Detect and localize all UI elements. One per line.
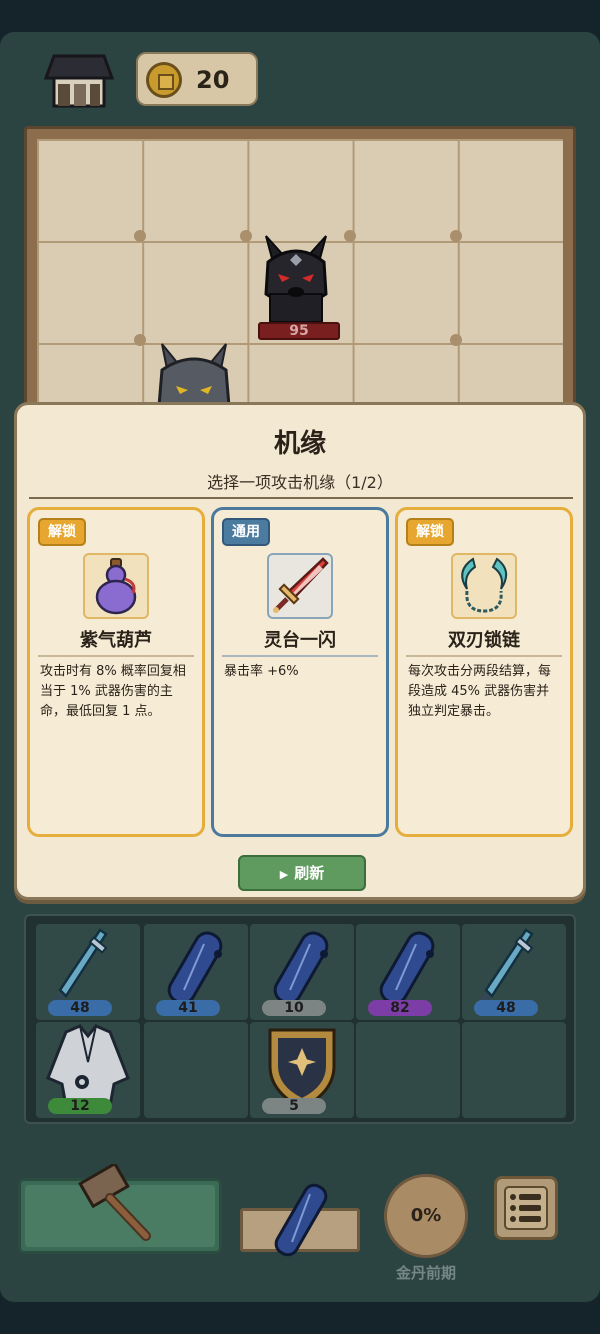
choice-card-2[interactable]: 通用 灵台一闪 暴击率 +6%: [211, 507, 389, 837]
refresh-button[interactable]: ▶ 刷新: [238, 855, 366, 891]
red-sword-icon: [273, 557, 329, 613]
card-badge: 通用: [222, 518, 270, 546]
enemy-hp-bar: 95: [258, 322, 340, 340]
grid-dot: [450, 230, 462, 242]
inventory-slot-empty[interactable]: [356, 1022, 460, 1118]
purple-gourd-icon: [95, 558, 137, 615]
choice-card-3[interactable]: 解锁 双刃锁链 每次攻击分两段结算，每段造成 45% 武器伤害并独立判定暴击。: [395, 507, 573, 837]
inventory-slot[interactable]: 5: [250, 1022, 354, 1118]
hammer-icon: [78, 1161, 151, 1241]
menu-button[interactable]: [494, 1176, 558, 1240]
grid-dot: [134, 334, 146, 346]
inventory-slot[interactable]: 10: [250, 924, 354, 1020]
item-level: 10: [262, 1000, 326, 1016]
scroll-icon: [274, 1183, 328, 1257]
card-badge: 解锁: [406, 518, 454, 546]
list-icon: [504, 1186, 548, 1230]
card-description: 攻击时有 8% 概率回复相当于 1% 武器伤害的主命，最低回复 1 点。: [40, 664, 186, 719]
anvil-item: [262, 1178, 342, 1268]
card-name: 双刃锁链: [448, 630, 520, 651]
inventory-slot[interactable]: 41: [144, 924, 248, 1020]
card-description: 暴击率 +6%: [224, 664, 299, 679]
divider: [29, 497, 573, 499]
inventory-slot[interactable]: 12: [36, 1022, 140, 1118]
grid-dot: [450, 334, 462, 346]
choice-card-1[interactable]: 解锁 紫气葫芦 攻击时有 8% 概率回复相当于 1% 武器伤害的主命，最低回复 …: [27, 507, 205, 837]
opportunity-modal: 机缘 选择一项攻击机缘（1/2） 解锁 紫气葫芦 攻击时有 8% 概率回复相当于…: [14, 402, 586, 900]
card-divider: [38, 655, 194, 657]
forge-hammer[interactable]: [76, 1161, 156, 1244]
card-name: 紫气葫芦: [80, 630, 152, 651]
enemy-wolf[interactable]: [260, 232, 332, 324]
card-divider: [406, 655, 562, 657]
card-description: 每次攻击分两段结算，每段造成 45% 武器伤害并独立判定暴击。: [408, 664, 552, 719]
inventory-slot-empty[interactable]: [462, 1022, 566, 1118]
inventory-slot-empty[interactable]: [144, 1022, 248, 1118]
modal-subtitle: 选择一项攻击机缘（1/2）: [207, 473, 393, 492]
inventory-slot[interactable]: 82: [356, 924, 460, 1020]
refresh-label: 刷新: [294, 864, 325, 882]
card-name: 灵台一闪: [264, 630, 336, 651]
grid-dot: [344, 230, 356, 242]
item-level: 48: [48, 1000, 112, 1016]
grid-dot: [134, 230, 146, 242]
house-icon: [43, 54, 115, 108]
card-icon-frame: [83, 553, 149, 619]
coin-value: 20: [196, 66, 230, 94]
coin-icon: [146, 62, 182, 98]
coin-counter: 20: [136, 52, 258, 106]
black-wolf-icon: [264, 235, 328, 323]
home-button[interactable]: [43, 52, 115, 110]
inventory-slot[interactable]: 48: [462, 924, 566, 1020]
item-level: 48: [474, 1000, 538, 1016]
item-level: 41: [156, 1000, 220, 1016]
play-icon: ▶: [279, 868, 289, 881]
cultivation-progress[interactable]: 0%: [384, 1174, 468, 1258]
inventory-slot[interactable]: 48: [36, 924, 140, 1020]
item-level: 12: [48, 1098, 112, 1114]
modal-title: 机缘: [273, 429, 326, 459]
card-icon-frame: [267, 553, 333, 619]
grid-dot: [240, 230, 252, 242]
item-level: 82: [368, 1000, 432, 1016]
card-divider: [222, 655, 378, 657]
item-level: 5: [262, 1098, 326, 1114]
chain-blades-icon: [461, 557, 508, 613]
cultivation-stage: 金丹前期: [395, 1264, 456, 1282]
card-badge: 解锁: [38, 518, 86, 546]
card-icon-frame: [451, 553, 517, 619]
inventory-grid: 48 41 10 82 48 12 5: [24, 914, 576, 1124]
